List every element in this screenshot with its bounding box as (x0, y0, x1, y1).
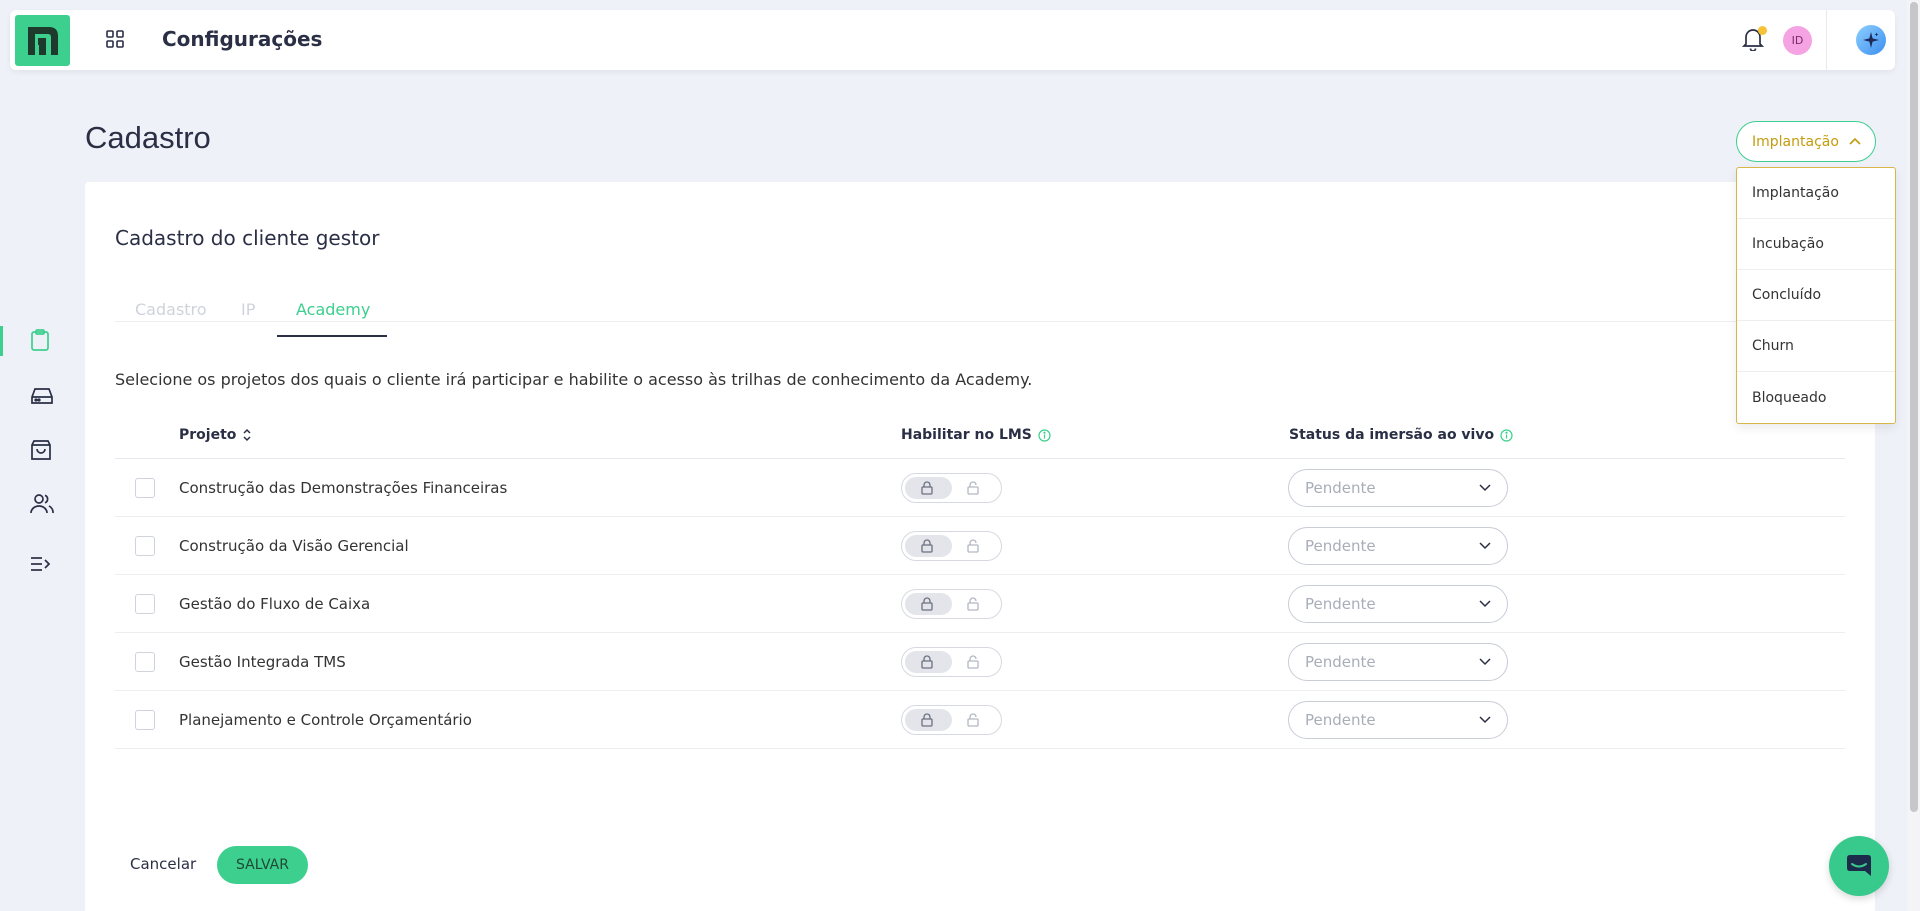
drive-icon[interactable] (30, 386, 54, 410)
lock-closed-icon (921, 481, 933, 495)
column-header-project-label: Projeto (179, 427, 237, 443)
ai-assistant-button[interactable] (1856, 25, 1886, 55)
project-name: Gestão Integrada TMS (179, 653, 346, 671)
status-option-incubacao[interactable]: Incubação (1737, 219, 1895, 270)
page-title: Cadastro (85, 120, 211, 155)
column-header-project[interactable]: Projeto (179, 427, 252, 443)
intro-text: Selecione os projetos dos quais o client… (115, 370, 1033, 389)
status-option-concluido[interactable]: Concluído (1737, 270, 1895, 321)
project-name: Planejamento e Controle Orçamentário (179, 711, 472, 729)
card-title: Cadastro do cliente gestor (115, 226, 380, 250)
chat-bubble-icon (1847, 855, 1871, 876)
info-icon[interactable] (1038, 428, 1051, 442)
app-logo[interactable] (15, 15, 70, 66)
save-button[interactable]: SALVAR (217, 846, 308, 884)
live-status-value: Pendente (1305, 537, 1376, 555)
tab-cadastro[interactable]: Cadastro (135, 300, 207, 322)
row-checkbox[interactable] (135, 536, 155, 556)
row-checkbox[interactable] (135, 594, 155, 614)
lock-closed-icon (921, 539, 933, 553)
chevron-up-icon (1849, 137, 1861, 145)
project-name: Construção das Demonstrações Financeiras (179, 479, 508, 497)
live-status-select[interactable]: Pendente (1288, 643, 1508, 681)
avatar[interactable]: ID (1783, 26, 1812, 55)
header-title: Configurações (162, 27, 323, 51)
sort-icon[interactable] (242, 428, 252, 442)
chevron-down-icon (1479, 658, 1491, 666)
column-header-lms-label: Habilitar no LMS (901, 427, 1032, 443)
tab-academy[interactable]: Academy (296, 300, 370, 322)
status-option-implantacao[interactable]: Implantação (1737, 168, 1895, 219)
cancel-button[interactable]: Cancelar (130, 855, 196, 873)
lms-toggle[interactable] (901, 647, 1002, 677)
table-row: Gestão do Fluxo de Caixa Pendente (115, 575, 1845, 633)
project-name: Construção da Visão Gerencial (179, 537, 409, 555)
users-icon[interactable] (30, 493, 54, 519)
column-header-status: Status da imersão ao vivo (1289, 427, 1513, 443)
live-status-value: Pendente (1305, 479, 1376, 497)
table-row: Construção das Demonstrações Financeiras… (115, 459, 1845, 517)
client-status-dropdown[interactable]: Implantação (1736, 121, 1876, 162)
top-bar: Configurações ID (10, 10, 1895, 70)
project-name: Gestão do Fluxo de Caixa (179, 595, 371, 613)
table-row: Gestão Integrada TMS Pendente (115, 633, 1845, 691)
header-divider (1826, 10, 1827, 70)
lock-open-icon (967, 539, 979, 553)
lock-closed-icon (921, 655, 933, 669)
column-header-status-label: Status da imersão ao vivo (1289, 427, 1495, 443)
chevron-down-icon (1479, 542, 1491, 550)
lock-open-icon (967, 655, 979, 669)
live-status-value: Pendente (1305, 595, 1376, 613)
row-checkbox[interactable] (135, 652, 155, 672)
expand-menu-icon[interactable] (30, 556, 51, 576)
active-tab-underline (277, 335, 387, 337)
client-form-card: Cadastro do cliente gestor Cadastro IP A… (85, 182, 1875, 911)
client-status-value: Implantação (1752, 133, 1839, 150)
lock-closed-icon (921, 713, 933, 727)
notification-dot (1758, 26, 1767, 35)
row-checkbox[interactable] (135, 478, 155, 498)
lock-open-icon (967, 713, 979, 727)
live-status-value: Pendente (1305, 711, 1376, 729)
chat-button[interactable] (1829, 836, 1889, 896)
status-option-churn[interactable]: Churn (1737, 321, 1895, 372)
tab-bar: Cadastro IP Academy (115, 300, 1845, 322)
live-status-select[interactable]: Pendente (1288, 585, 1508, 623)
status-option-bloqueado[interactable]: Bloqueado (1737, 372, 1895, 423)
live-status-value: Pendente (1305, 653, 1376, 671)
lms-toggle[interactable] (901, 589, 1002, 619)
sidebar-active-indicator (0, 326, 3, 356)
logo-icon (28, 27, 58, 55)
chevron-down-icon (1479, 484, 1491, 492)
lms-toggle[interactable] (901, 705, 1002, 735)
sparkle-icon (1863, 32, 1879, 48)
scrollbar-thumb[interactable] (1910, 2, 1918, 812)
clipboard-icon[interactable] (30, 329, 50, 355)
apps-grid-icon[interactable] (106, 30, 124, 52)
shopping-bag-icon[interactable] (30, 439, 52, 465)
live-status-select[interactable]: Pendente (1288, 527, 1508, 565)
table-row: Planejamento e Controle Orçamentário Pen… (115, 691, 1845, 749)
client-status-menu: Implantação Incubação Concluído Churn Bl… (1736, 167, 1896, 424)
info-icon[interactable] (1500, 428, 1513, 442)
chevron-down-icon (1479, 716, 1491, 724)
column-header-lms: Habilitar no LMS (901, 427, 1051, 443)
row-checkbox[interactable] (135, 710, 155, 730)
live-status-select[interactable]: Pendente (1288, 701, 1508, 739)
tab-ip[interactable]: IP (241, 300, 255, 322)
lock-open-icon (967, 597, 979, 611)
live-status-select[interactable]: Pendente (1288, 469, 1508, 507)
lock-open-icon (967, 481, 979, 495)
lock-closed-icon (921, 597, 933, 611)
table-row: Construção da Visão Gerencial Pendente (115, 517, 1845, 575)
chevron-down-icon (1479, 600, 1491, 608)
lms-toggle[interactable] (901, 473, 1002, 503)
lms-toggle[interactable] (901, 531, 1002, 561)
